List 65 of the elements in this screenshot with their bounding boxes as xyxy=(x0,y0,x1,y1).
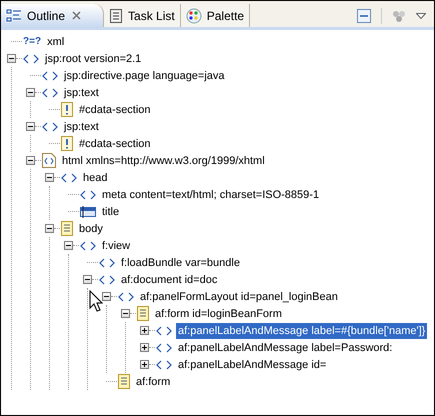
processing-instruction-icon: ?=? xyxy=(23,36,42,46)
tag-brackets-icon xyxy=(80,190,96,200)
collapse-toggle[interactable] xyxy=(26,156,35,165)
collapse-toggle[interactable] xyxy=(83,275,92,284)
outline-icon xyxy=(6,8,22,22)
tree-item[interactable]: f:view xyxy=(100,238,132,254)
document-exclamation-icon xyxy=(61,102,73,117)
tree-item[interactable]: af:form id=loginBeanForm xyxy=(153,306,284,322)
palette-icon xyxy=(186,8,202,24)
tree-item[interactable]: title xyxy=(100,204,122,220)
document-tag-icon xyxy=(42,153,56,168)
tag-brackets-icon xyxy=(61,172,77,182)
tree-item[interactable]: af:form xyxy=(134,374,172,390)
tree-item[interactable]: #cdata-section xyxy=(77,102,153,118)
tag-brackets-icon xyxy=(156,342,172,352)
tag-brackets-icon xyxy=(156,326,172,336)
view-tab[interactable]: Outline xyxy=(1,4,104,27)
document-icon xyxy=(118,374,130,389)
tree-item[interactable]: #cdata-section xyxy=(77,136,153,152)
tree-item[interactable]: jsp:root version=2.1 xyxy=(43,50,144,66)
collapse-toggle[interactable] xyxy=(45,224,54,233)
expand-toggle[interactable] xyxy=(140,326,149,335)
tree-item[interactable]: html xmlns=http://www.w3.org/1999/xhtml xyxy=(60,152,267,168)
tree-item[interactable]: af:panelLabelAndMessage label=#{bundle['name']} xyxy=(176,322,428,338)
title-bar-icon xyxy=(80,206,96,218)
tree-item[interactable]: af:document id=doc xyxy=(119,272,220,288)
tag-brackets-icon xyxy=(42,70,58,80)
collapse-toggle[interactable] xyxy=(26,88,35,97)
expand-toggle[interactable] xyxy=(140,343,149,352)
view-tab[interactable]: Palette xyxy=(180,4,250,27)
tag-brackets-icon xyxy=(156,360,172,370)
tag-brackets-icon xyxy=(80,240,96,250)
expand-toggle[interactable] xyxy=(140,360,149,369)
close-icon[interactable] xyxy=(72,11,82,20)
mouse-pointer-icon xyxy=(89,290,103,312)
tree-item[interactable]: body xyxy=(77,220,105,236)
tree-item[interactable]: head xyxy=(81,170,110,186)
tree-item[interactable]: jsp:text xyxy=(62,84,101,100)
tree-item[interactable]: af:panelLabelAndMessage id= xyxy=(176,356,328,372)
collapse-toggle[interactable] xyxy=(26,122,35,131)
tag-brackets-icon xyxy=(23,54,39,64)
clipboard-icon xyxy=(109,8,124,24)
collapse-toggle[interactable] xyxy=(121,309,130,318)
document-exclamation-icon xyxy=(61,136,73,151)
collapse-toggle[interactable] xyxy=(64,241,73,250)
tree-item[interactable]: xml xyxy=(45,34,66,50)
tree-item[interactable]: af:panelFormLayout id=panel_loginBean xyxy=(138,288,340,304)
collapse-toggle[interactable] xyxy=(7,54,16,63)
view-menu-icon[interactable] xyxy=(416,12,426,18)
collapse-toggle[interactable] xyxy=(102,292,111,301)
collapse-all-icon[interactable] xyxy=(357,8,371,22)
collapse-toggle[interactable] xyxy=(45,173,54,182)
tree-item[interactable]: jsp:directive.page language=java xyxy=(62,68,227,84)
tree-item[interactable]: f:loadBundle var=bundle xyxy=(119,254,242,270)
tag-brackets-icon xyxy=(118,292,134,302)
tree-item[interactable]: meta content=text/html; charset=ISO-8859-1 xyxy=(100,186,322,202)
tree-item[interactable]: af:panelLabelAndMessage label=Password: xyxy=(176,340,394,356)
document-icon xyxy=(137,306,149,321)
document-icon xyxy=(61,221,73,236)
tag-brackets-icon xyxy=(42,88,58,98)
tag-brackets-icon xyxy=(99,258,115,268)
tag-brackets-icon xyxy=(42,122,58,132)
tree-item[interactable]: jsp:text xyxy=(62,118,101,134)
view-tab[interactable]: Task List xyxy=(104,4,181,27)
tag-brackets-icon xyxy=(99,274,115,284)
